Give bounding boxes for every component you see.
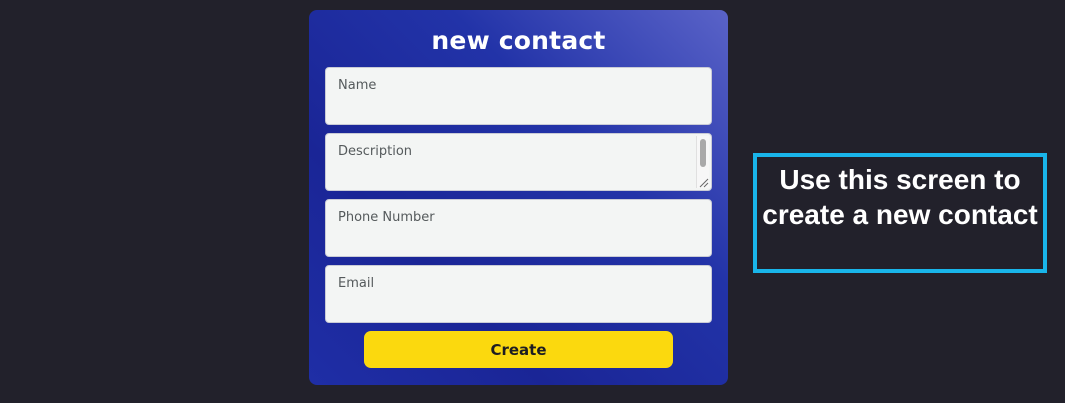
email-placeholder: Email <box>338 276 375 291</box>
instruction-callout: Use this screen to create a new contact <box>753 153 1047 273</box>
new-contact-card: new contact Name Description Phone Numbe… <box>309 10 728 385</box>
scrollbar-thumb[interactable] <box>700 139 706 167</box>
name-placeholder: Name <box>338 78 377 93</box>
description-textarea[interactable]: Description <box>325 133 712 191</box>
form-title: new contact <box>431 26 606 55</box>
phone-number-placeholder: Phone Number <box>338 210 435 225</box>
name-input[interactable]: Name <box>325 67 712 125</box>
phone-number-input[interactable]: Phone Number <box>325 199 712 257</box>
resize-handle-icon[interactable] <box>697 176 709 188</box>
description-placeholder: Description <box>338 144 413 159</box>
email-input[interactable]: Email <box>325 265 712 323</box>
create-button[interactable]: Create <box>364 331 673 368</box>
